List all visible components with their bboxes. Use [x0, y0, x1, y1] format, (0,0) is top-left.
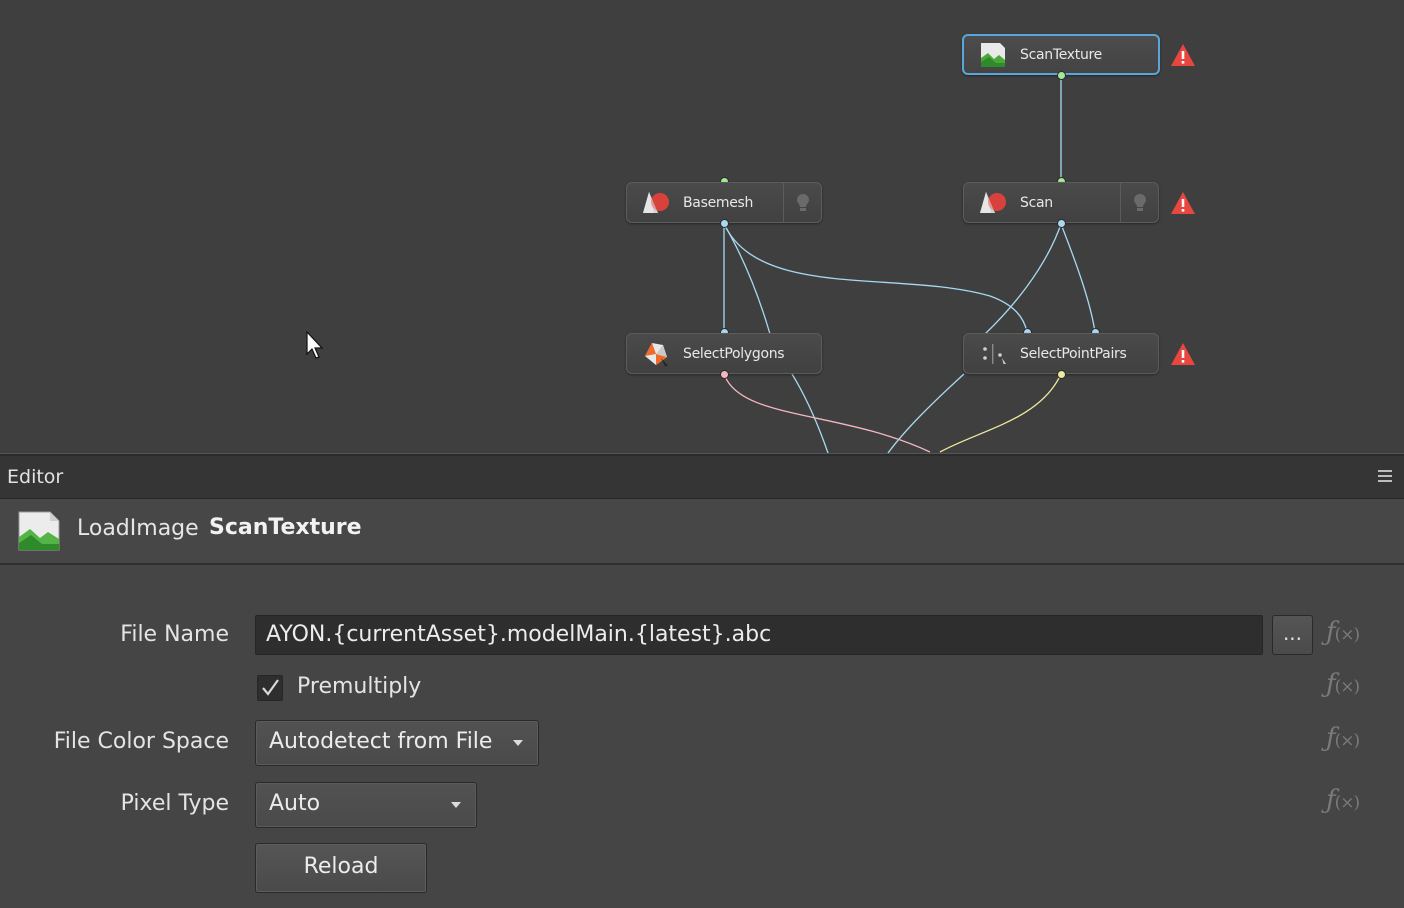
graph-wires [723, 76, 1096, 453]
mesh-icon [639, 188, 673, 218]
file-color-space-select[interactable]: Autodetect from File [255, 720, 539, 766]
bypass-toggle[interactable] [1120, 183, 1158, 222]
fx-expression-icon[interactable]: ƒ(×) [1326, 669, 1360, 699]
bypass-toggle[interactable] [783, 183, 821, 222]
wire-selectpointpairs-out [939, 373, 1062, 453]
reload-button[interactable]: Reload [255, 843, 427, 893]
node-label: SelectPolygons [683, 345, 785, 362]
warning-icon [1171, 343, 1195, 365]
param-label-file-color-space: File Color Space [53, 729, 229, 754]
param-label-pixel-type: Pixel Type [120, 791, 229, 816]
panel-title: Editor [7, 466, 64, 488]
premultiply-checkbox[interactable] [257, 675, 283, 701]
point-pairs-icon [976, 339, 1010, 369]
hamburger-menu-icon[interactable] [1378, 470, 1392, 484]
pixel-type-select[interactable]: Auto [255, 782, 477, 828]
dropdown-arrow-icon [513, 740, 523, 746]
node-scantexture[interactable]: ScanTexture [962, 34, 1160, 75]
lightbulb-icon [796, 193, 809, 211]
premultiply-label[interactable]: Premultiply [297, 674, 421, 699]
fx-expression-icon[interactable]: ƒ(×) [1326, 617, 1360, 647]
lightbulb-icon [1133, 193, 1146, 211]
warning-icon [1171, 44, 1195, 66]
fx-expression-icon[interactable]: ƒ(×) [1326, 723, 1360, 753]
node-label: SelectPointPairs [1020, 345, 1127, 362]
output-port[interactable] [720, 219, 729, 228]
node-label: Scan [1020, 194, 1053, 211]
node-header: LoadImage ScanTexture [0, 499, 1404, 565]
node-graph[interactable]: ScanTexture Basemesh Scan SelectPolygons [0, 0, 1404, 453]
editor-panel-header: Editor [0, 456, 1404, 499]
wire-scan-down [984, 223, 1062, 335]
selected-value: Auto [269, 791, 321, 816]
node-name[interactable]: ScanTexture [209, 515, 362, 540]
wire-down-mid [887, 373, 965, 453]
node-selectpolygons[interactable]: SelectPolygons [626, 333, 822, 374]
image-icon [18, 511, 60, 551]
browse-button[interactable]: ... [1272, 615, 1313, 655]
file-name-input[interactable]: AYON.{currentAsset}.modelMain.{latest}.a… [255, 615, 1263, 655]
mesh-icon [976, 188, 1010, 218]
output-port[interactable] [1057, 71, 1066, 80]
wire-scan-selectpointpairs [1060, 223, 1096, 333]
param-label-file-name: File Name [120, 622, 229, 647]
checkmark-icon [262, 679, 279, 696]
wire-basemesh-selectpointpairs [723, 223, 1028, 333]
select-polygons-icon [639, 339, 673, 369]
node-label: ScanTexture [1020, 46, 1102, 63]
output-port[interactable] [720, 370, 729, 379]
node-scan[interactable]: Scan [963, 182, 1159, 223]
output-port[interactable] [1057, 370, 1066, 379]
image-icon [976, 40, 1010, 70]
parameters-panel: File Name AYON.{currentAsset}.modelMain.… [0, 565, 1404, 908]
node-label: Basemesh [683, 194, 754, 211]
wire-selectpolygons-out [723, 373, 931, 453]
node-type: LoadImage [77, 516, 199, 541]
node-basemesh[interactable]: Basemesh [626, 182, 822, 223]
fx-expression-icon[interactable]: ƒ(×) [1326, 785, 1360, 815]
selected-value: Autodetect from File [269, 729, 493, 754]
node-selectpointpairs[interactable]: SelectPointPairs [963, 333, 1159, 374]
wire-basemesh-down [723, 223, 771, 335]
warning-icon [1171, 192, 1195, 214]
mouse-cursor-icon [306, 331, 324, 359]
output-port[interactable] [1057, 219, 1066, 228]
dropdown-arrow-icon [451, 802, 461, 808]
